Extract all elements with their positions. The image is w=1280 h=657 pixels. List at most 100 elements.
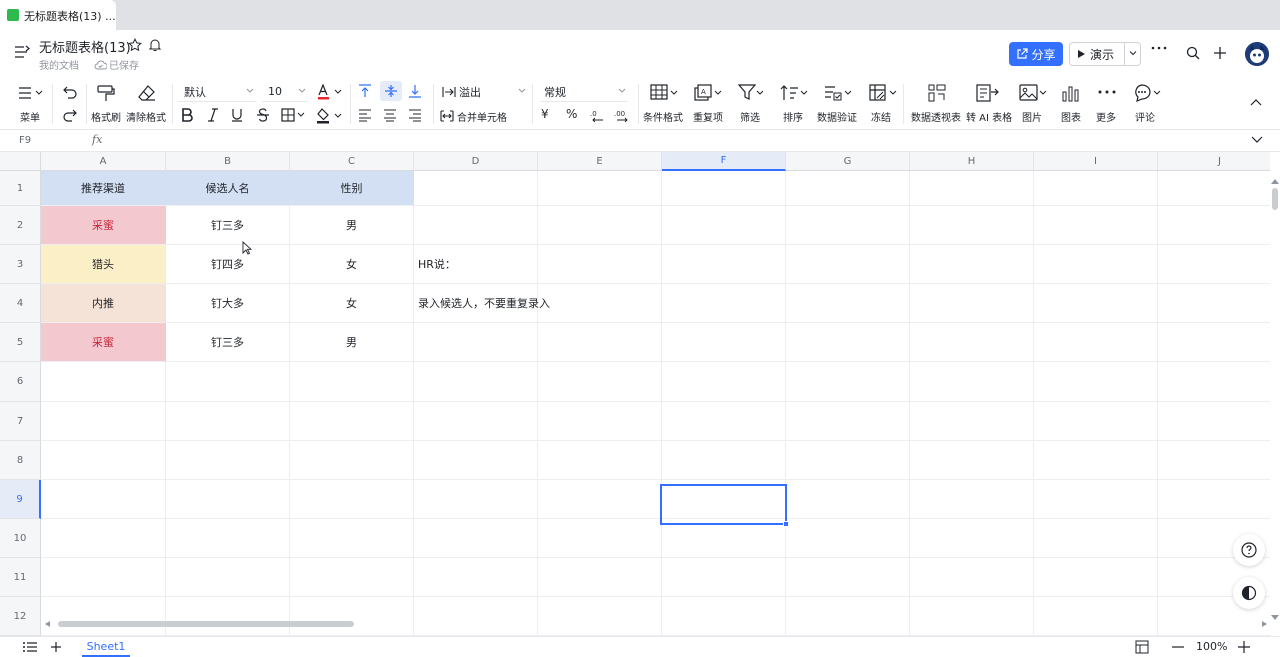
cell-a3[interactable]: 猎头 [41,245,166,284]
cell-c6[interactable] [290,362,414,402]
horizontal-scroll-thumb[interactable] [58,621,354,627]
cell-a10[interactable] [41,519,166,558]
cell-f11[interactable] [662,558,786,597]
cell-c8[interactable] [290,441,414,480]
column-header-e[interactable]: E [538,152,662,171]
row-header-6[interactable]: 6 [0,362,41,402]
ai-table-icon[interactable] [976,84,1000,102]
row-header-1[interactable]: 1 [0,171,41,206]
cell-f6[interactable] [662,362,786,402]
row-header-9[interactable]: 9 [0,480,41,519]
cell-g8[interactable] [786,441,910,480]
cell-d4[interactable]: 录入候选人，不要重复录入 [414,284,550,323]
decimal-decrease-icon[interactable]: .0 [590,108,606,122]
cell-a6[interactable] [41,362,166,402]
cell-d8[interactable] [414,441,538,480]
cell-f12[interactable] [662,597,786,636]
row-header-8[interactable]: 8 [0,441,41,480]
cell-h2[interactable] [910,206,1034,245]
row-header-2[interactable]: 2 [0,206,41,245]
cell-e1[interactable] [538,171,662,206]
cell-b5[interactable]: 钉三多 [166,323,290,362]
sheet-list-icon[interactable] [23,641,37,653]
zoom-level[interactable]: 100% [1196,640,1227,653]
redo-icon[interactable] [62,108,78,122]
cell-h3[interactable] [910,245,1034,284]
row-header-10[interactable]: 10 [0,519,41,558]
menu-label[interactable]: 菜单 [20,109,40,124]
cell-i10[interactable] [1034,519,1158,558]
cell-e2[interactable] [538,206,662,245]
cell-j5[interactable] [1158,323,1270,362]
row-header-11[interactable]: 11 [0,558,41,597]
strikethrough-icon[interactable] [256,108,270,122]
align-middle-icon[interactable] [380,81,402,101]
row-header-12[interactable]: 12 [0,597,41,636]
cell-h7[interactable] [910,402,1034,441]
decimal-increase-icon[interactable]: .00 [614,108,630,122]
cell-f5[interactable] [662,323,786,362]
row-header-3[interactable]: 3 [0,245,41,284]
image-icon[interactable] [1019,84,1049,102]
cell-d6[interactable] [414,362,538,402]
cell-e5[interactable] [538,323,662,362]
cell-j6[interactable] [1158,362,1270,402]
zoom-out-icon[interactable] [1172,646,1184,648]
cell-d10[interactable] [414,519,538,558]
cell-d1[interactable] [414,171,538,206]
font-family-select[interactable]: 默认 [178,82,256,102]
cell-j8[interactable] [1158,441,1270,480]
data-validation-icon[interactable] [824,84,854,102]
cell-h12[interactable] [910,597,1034,636]
number-format-select[interactable]: 常规 [540,82,628,102]
filter-icon[interactable] [738,84,766,102]
cell-h5[interactable] [910,323,1034,362]
cell-i4[interactable] [1034,284,1158,323]
select-all-corner[interactable] [0,152,41,171]
cell-e11[interactable] [538,558,662,597]
cell-e4[interactable] [538,284,662,323]
cell-d2[interactable] [414,206,538,245]
comment-icon[interactable] [1133,84,1163,102]
cell-f7[interactable] [662,402,786,441]
image-label[interactable]: 图片 [1022,109,1042,124]
cell-i7[interactable] [1034,402,1158,441]
horizontal-scrollbar[interactable] [44,619,1268,629]
merge-cells-button[interactable]: 合并单元格 [440,106,532,126]
sort-icon[interactable] [780,84,810,102]
cell-h1[interactable] [910,171,1034,206]
cell-g10[interactable] [786,519,910,558]
search-icon[interactable] [1186,46,1200,60]
present-button[interactable]: 演示 [1069,42,1141,66]
comment-label[interactable]: 评论 [1135,109,1155,124]
cell-e7[interactable] [538,402,662,441]
cell-g6[interactable] [786,362,910,402]
align-right-icon[interactable] [408,108,422,122]
cell-j3[interactable] [1158,245,1270,284]
data-validation-label[interactable]: 数据验证 [817,109,857,124]
cell-f8[interactable] [662,441,786,480]
cell-g1[interactable] [786,171,910,206]
theme-toggle-button[interactable] [1233,577,1265,609]
cell-f1[interactable] [662,171,786,206]
cell-i8[interactable] [1034,441,1158,480]
cell-i6[interactable] [1034,362,1158,402]
column-header-h[interactable]: H [910,152,1034,171]
cell-a2[interactable]: 采蜜 [41,206,166,245]
cell-c5[interactable]: 男 [290,323,414,362]
font-size-select[interactable]: 10 [262,82,308,102]
row-header-7[interactable]: 7 [0,402,41,441]
eraser-icon[interactable] [137,84,157,102]
format-painter-icon[interactable] [96,84,116,102]
conditional-format-icon[interactable] [650,84,680,102]
cell-e10[interactable] [538,519,662,558]
cell-i5[interactable] [1034,323,1158,362]
pivot-table-label[interactable]: 数据透视表 [911,109,961,124]
freeze-icon[interactable] [869,84,899,102]
cell-c10[interactable] [290,519,414,558]
column-header-c[interactable]: C [290,152,414,171]
cell-b1[interactable]: 候选人名 [166,171,290,206]
cell-h9[interactable] [910,480,1034,519]
doc-location[interactable]: 我的文档 [39,57,79,72]
freeze-label[interactable]: 冻结 [871,109,891,124]
